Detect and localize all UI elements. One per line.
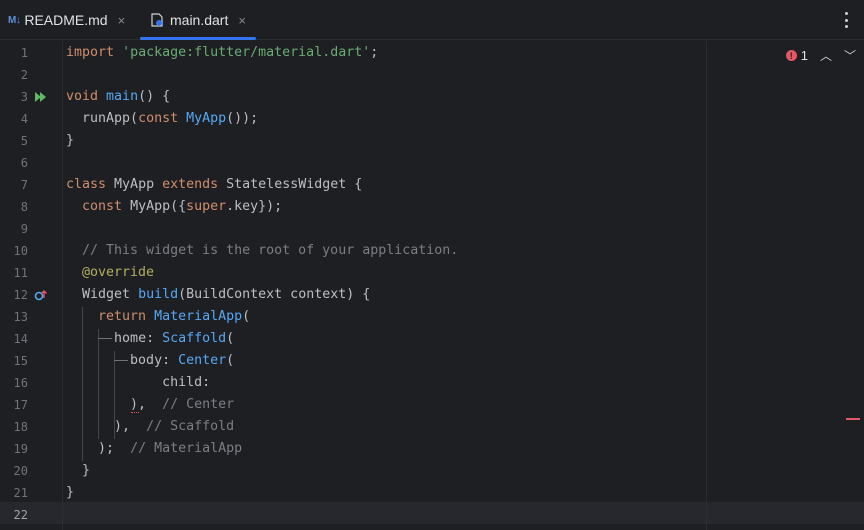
line-number: 18 [13,420,28,434]
editor-tab-bar: M↓ README.md × main.dart × [0,0,864,40]
tab-readme[interactable]: M↓ README.md × [8,0,125,40]
code-line: import 'package:flutter/material.dart'; [66,45,379,60]
line-number: 21 [13,486,28,500]
line-number: 20 [13,464,28,478]
run-icon[interactable] [34,90,48,104]
line-number: 14 [13,332,28,346]
code-line: ), // Scaffold [114,419,235,434]
code-line: ); // MaterialApp [98,441,243,456]
code-line: runApp(const MyApp()); [82,111,259,126]
close-icon[interactable]: × [238,13,246,28]
line-number: 10 [13,244,28,258]
code-line: } [66,485,75,500]
error-count: 1 [800,48,808,63]
line-number: 13 [13,310,28,324]
right-margin-guide [706,41,707,530]
code-line: } [82,463,91,478]
dart-file-icon [151,13,163,27]
code-line: body: Center( [130,353,235,368]
override-method-icon[interactable] [34,288,48,302]
active-tab-indicator [140,37,256,40]
line-number: 6 [20,156,28,170]
line-number: 22 [13,508,28,522]
more-options-icon[interactable] [844,12,848,28]
error-icon: ! [785,50,797,61]
chevron-up-icon[interactable]: ︿ [820,47,832,64]
line-number: 2 [20,68,28,82]
error-squiggle [131,410,139,413]
line-number: 4 [20,112,28,126]
code-line: Widget build(BuildContext context) { [82,287,371,302]
line-number: 19 [13,442,28,456]
line-number: 7 [20,178,28,192]
code-annotation: @override [82,265,155,280]
code-line: } [66,133,75,148]
code-line: class MyApp extends StatelessWidget { [66,177,363,192]
code-comment: // This widget is the root of your appli… [82,243,459,258]
tab-label: main.dart [170,12,229,28]
line-number: 12 [13,288,28,302]
code-line: const MyApp({super.key}); [82,199,283,214]
code-line: home: Scaffold( [114,331,235,346]
current-line-highlight [0,502,864,524]
line-number: 11 [13,266,28,280]
code-line: return MaterialApp( [98,309,251,324]
code-editor[interactable]: 1 2 3 4 5 6 7 8 9 10 11 12 13 14 15 16 1… [0,41,864,530]
markdown-icon: M↓ [8,14,21,26]
line-number: 5 [20,134,28,148]
error-stripe-marker[interactable] [846,418,860,420]
line-number: 3 [20,90,28,104]
line-number: 17 [13,398,28,412]
line-number-gutter[interactable]: 1 2 3 4 5 6 7 8 9 10 11 12 13 14 15 16 1… [0,41,63,530]
inspection-widget[interactable]: ! 1 ︿ ﹀ [785,47,856,64]
line-number: 9 [20,222,28,236]
line-number: 15 [13,354,28,368]
line-number: 8 [20,200,28,214]
tab-main-dart[interactable]: main.dart × [140,0,256,40]
code-line: void main() { [66,89,171,104]
line-number: 16 [13,376,28,390]
tab-label: README.md [24,12,108,28]
chevron-down-icon[interactable]: ﹀ [844,47,856,64]
code-line: child: [162,375,211,390]
close-icon[interactable]: × [118,13,126,28]
line-number: 1 [20,46,28,60]
code-line: ), // Center [130,397,235,412]
